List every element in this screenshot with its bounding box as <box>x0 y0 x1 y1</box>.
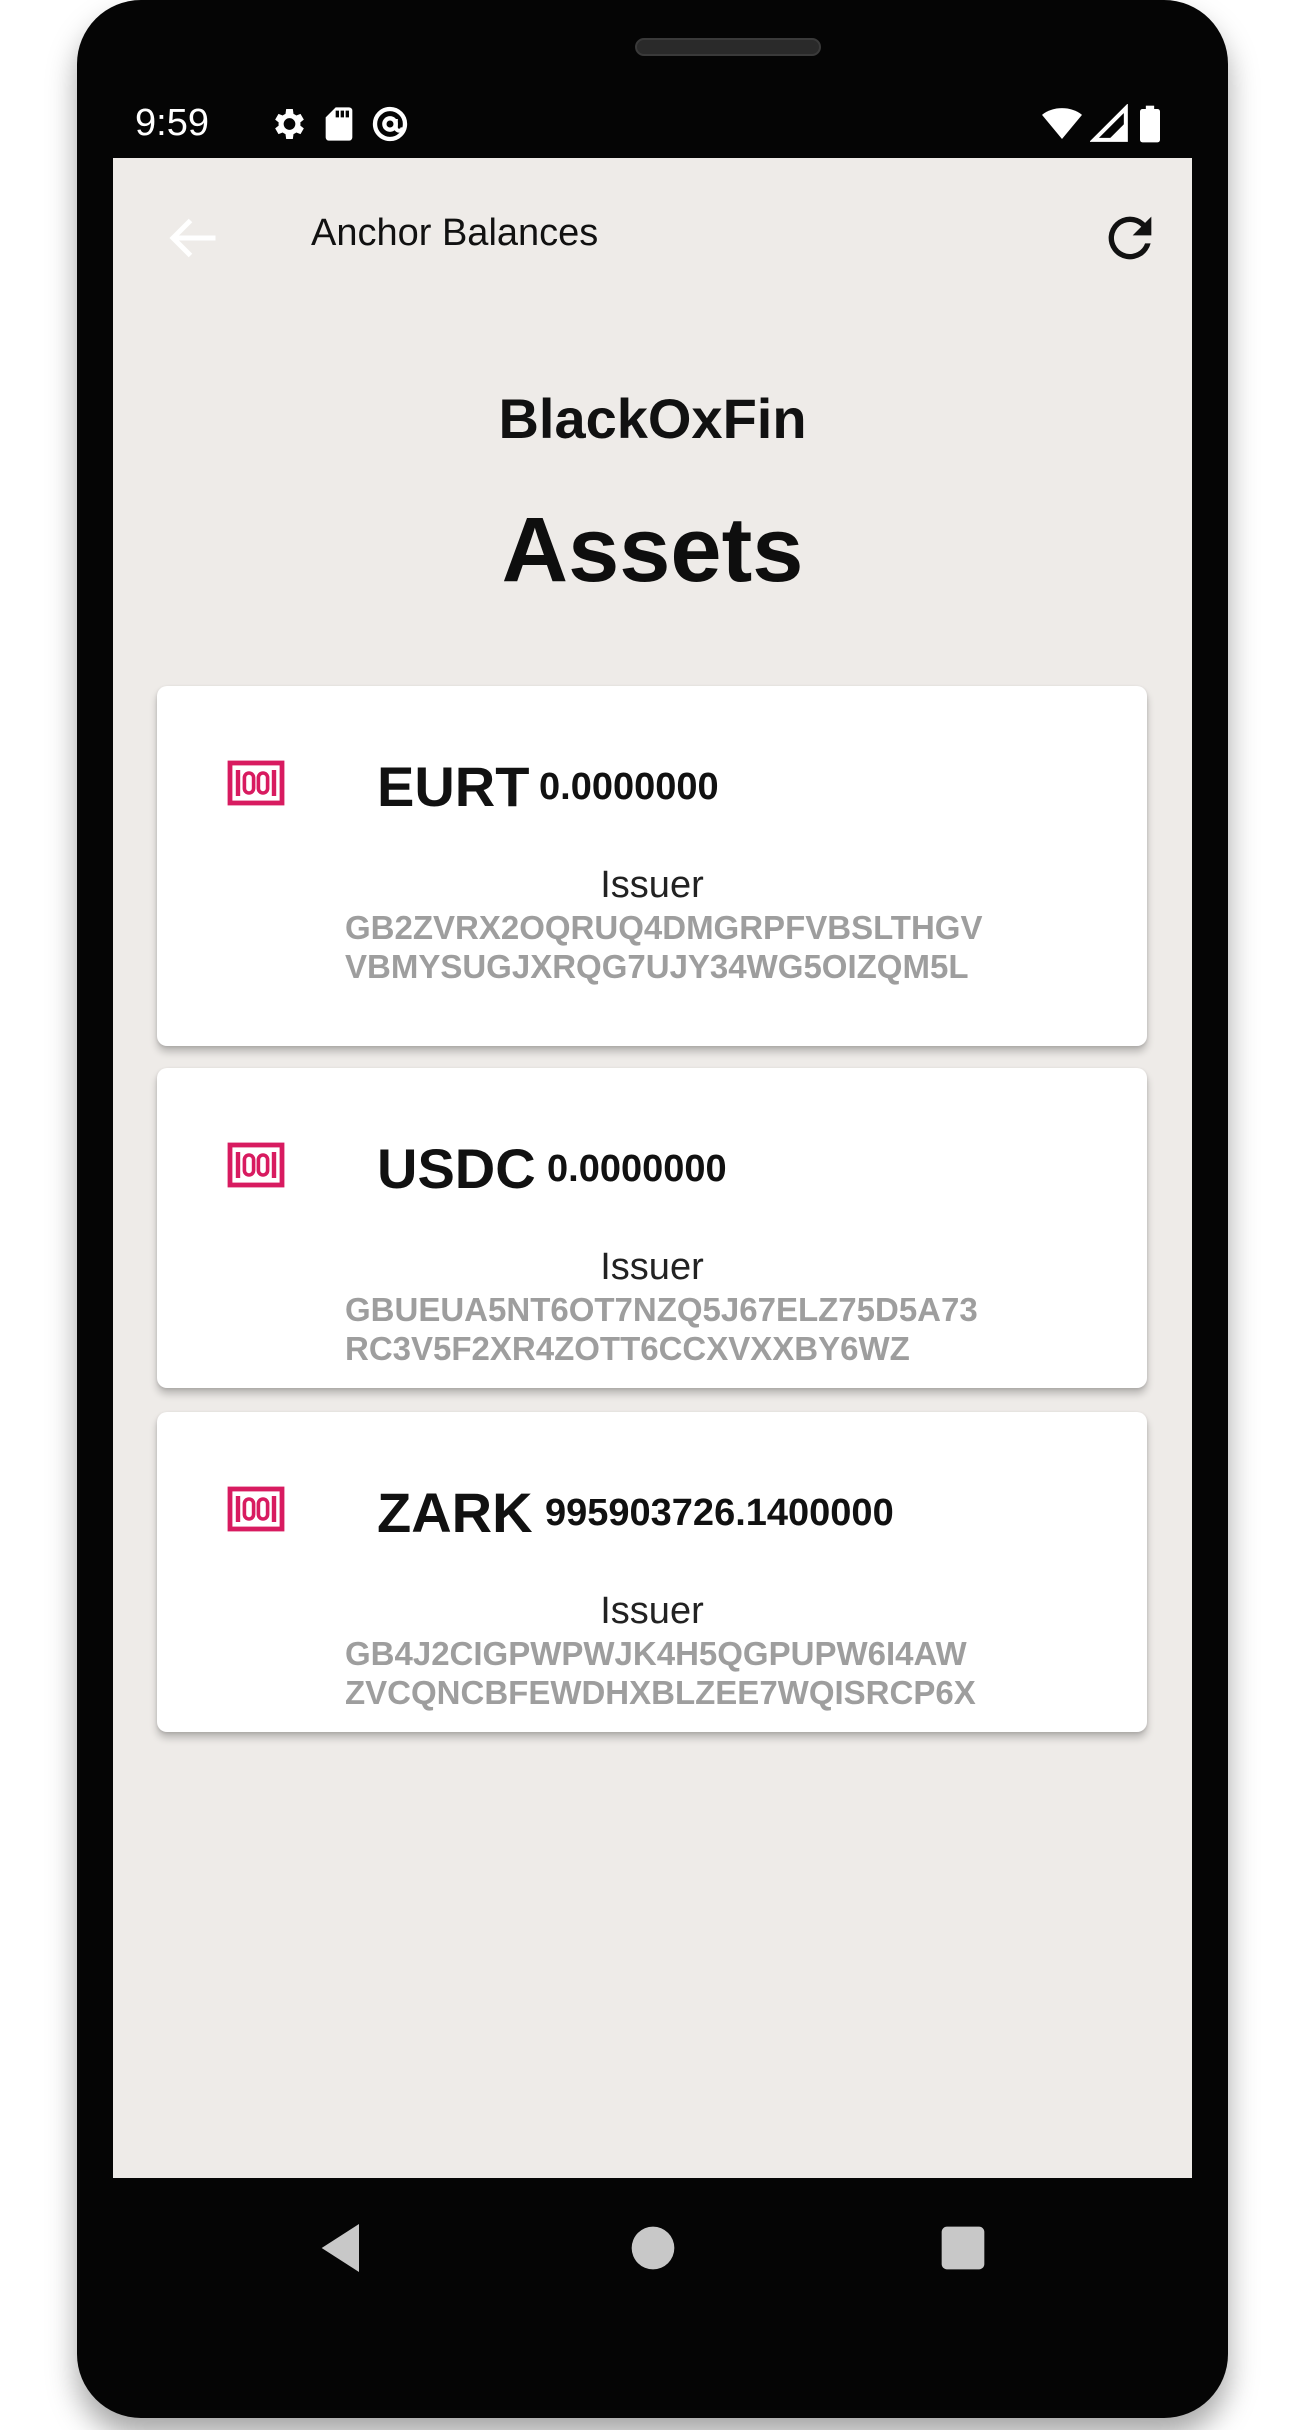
status-bar: 9:59 <box>113 92 1192 156</box>
asset-code: ZARK <box>377 1481 533 1544</box>
circle-home-icon[interactable] <box>621 2216 685 2280</box>
money-icon <box>227 1486 285 1532</box>
anchor-name: BlackOxFin <box>498 387 807 450</box>
canvas: 9:59 Anchor Balances BlackOxFin Assets E… <box>0 0 1305 2430</box>
app-bar-title: Anchor Balances <box>311 212 599 254</box>
system-nav-bar <box>113 2178 1192 2318</box>
issuer-label: Issuer <box>600 1246 704 1288</box>
asset-balance: 0.0000000 <box>547 1148 727 1190</box>
signal-icon <box>1090 104 1128 142</box>
asset-code: EURT <box>377 755 530 818</box>
issuer-address: GB2ZVRX2OQRUQ4DMGRPFVBSLTHGVVBMYSUGJXRQG… <box>345 909 983 985</box>
status-time: 9:59 <box>135 102 209 144</box>
asset-card[interactable]: EURT 0.0000000 Issuer GB2ZVRX2OQRUQ4DMGR… <box>157 686 1147 1046</box>
issuer-label: Issuer <box>600 1590 704 1632</box>
issuer-label: Issuer <box>600 864 704 906</box>
phone-speaker <box>635 38 821 56</box>
square-recents-icon[interactable] <box>931 2216 995 2280</box>
app-bar: Anchor Balances <box>113 158 1192 318</box>
app-screen: Anchor Balances BlackOxFin Assets EURT 0… <box>113 158 1192 2178</box>
asset-code: USDC <box>377 1137 536 1200</box>
battery-icon <box>1140 105 1160 143</box>
sd-card-icon <box>325 107 353 141</box>
refresh-icon[interactable] <box>1098 206 1162 270</box>
asset-balance: 0.0000000 <box>539 766 719 808</box>
section-title: Assets <box>501 499 804 601</box>
wifi-icon <box>1042 108 1082 139</box>
triangle-back-icon[interactable] <box>311 2216 375 2280</box>
gear-icon <box>275 109 304 139</box>
asset-card[interactable]: USDC 0.0000000 Issuer GBUEUA5NT6OT7NZQ5J… <box>157 1068 1147 1388</box>
back-arrow-icon[interactable] <box>163 208 223 268</box>
issuer-address: GBUEUA5NT6OT7NZQ5J67ELZ75D5A73RC3V5F2XR4… <box>345 1291 978 1367</box>
money-icon <box>227 760 285 806</box>
asset-card[interactable]: ZARK 995903726.1400000 Issuer GB4J2CIGPW… <box>157 1412 1147 1732</box>
money-icon <box>227 1142 285 1188</box>
asset-balance: 995903726.1400000 <box>545 1492 894 1534</box>
at-sign-icon <box>372 106 408 142</box>
issuer-address: GB4J2CIGPWPWJK4H5QGPUPW6I4AWZVCQNCBFEWDH… <box>345 1635 976 1711</box>
